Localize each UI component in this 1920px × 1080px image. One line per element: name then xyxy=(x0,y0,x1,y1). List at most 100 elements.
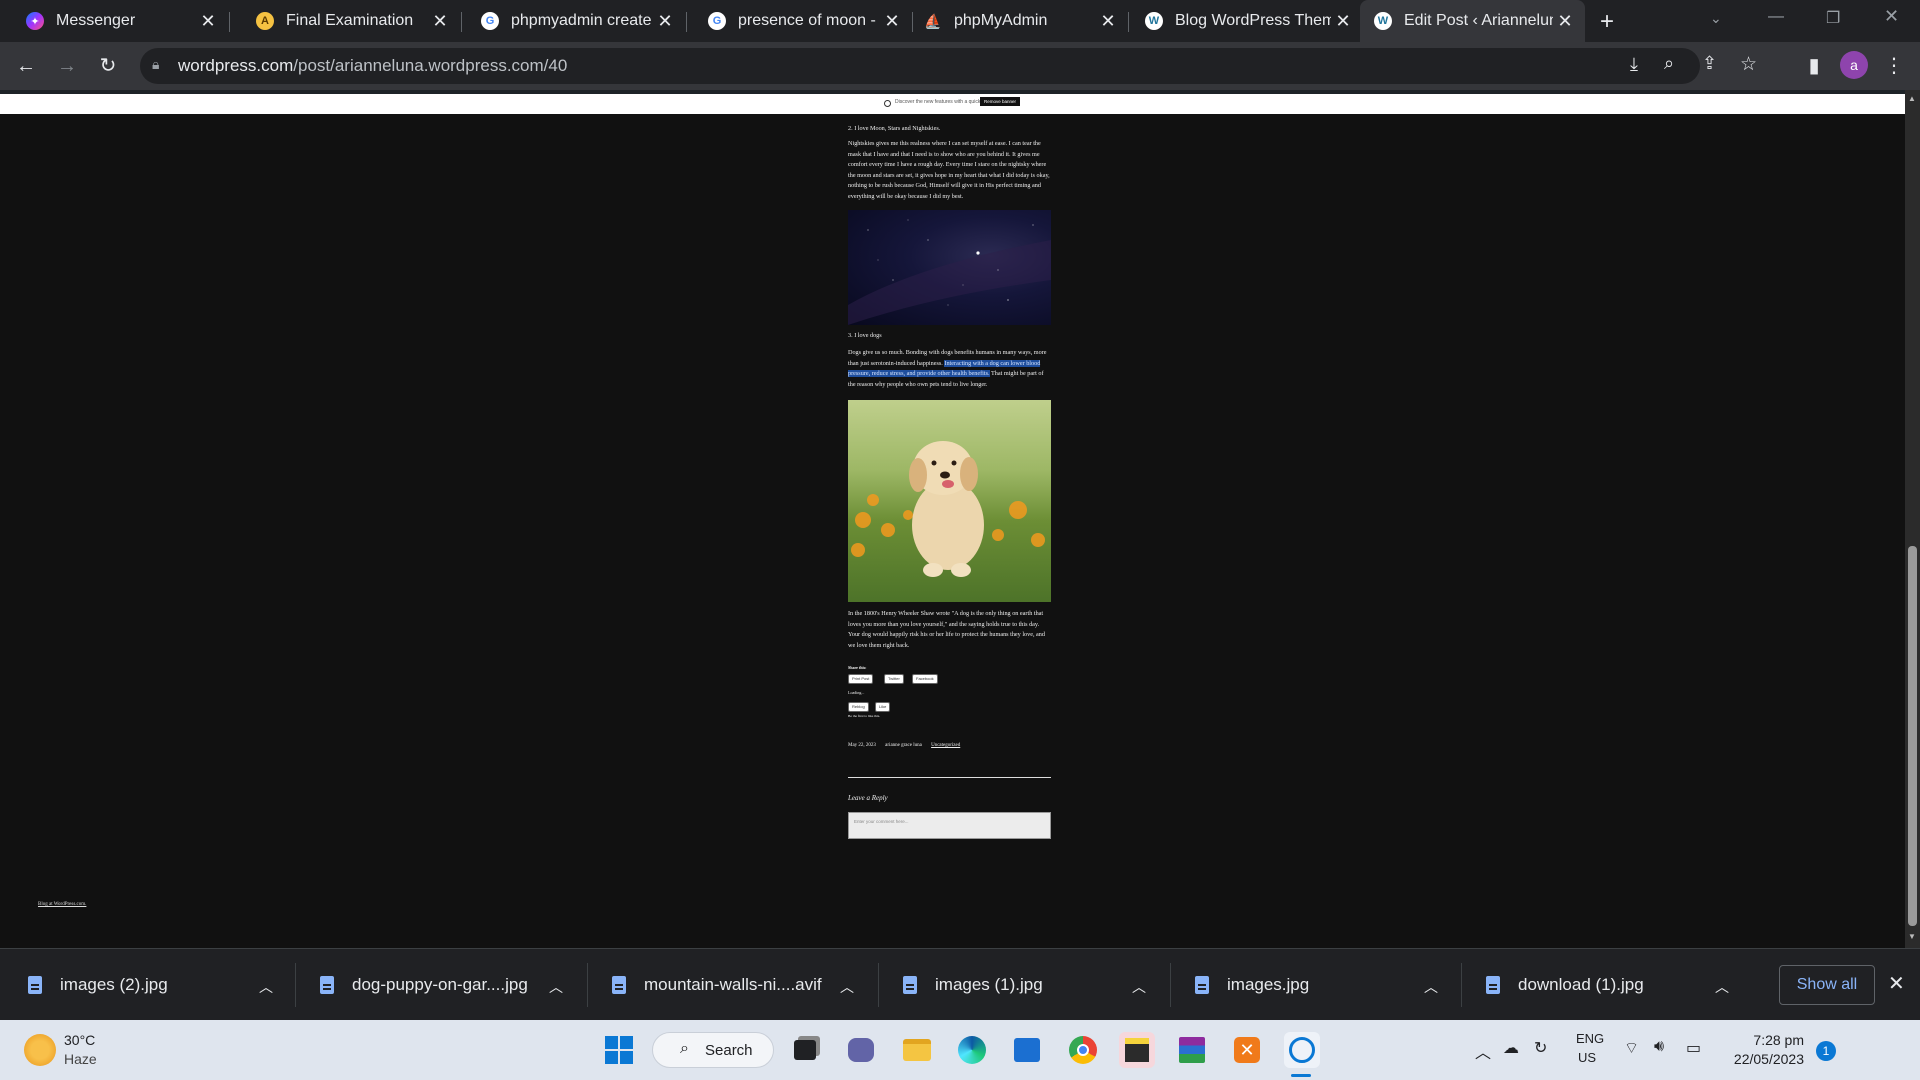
post-date[interactable]: May 22, 2023 xyxy=(848,743,876,748)
tab-edit-post[interactable]: W Edit Post ‹ Ariannelun ✕ xyxy=(1360,0,1585,42)
reply-heading: Leave a Reply xyxy=(848,794,888,802)
snipping-tool-icon[interactable] xyxy=(1284,1032,1320,1068)
weather-icon[interactable] xyxy=(24,1034,56,1066)
close-icon[interactable]: ✕ xyxy=(1096,11,1120,32)
remove-banner-button[interactable]: Remove banner xyxy=(980,97,1021,106)
new-tab-button[interactable]: + xyxy=(1600,8,1614,36)
minimize-icon[interactable]: — xyxy=(1768,8,1784,26)
tab-phpmyadmin-search[interactable]: G phpmyadmin create c ✕ xyxy=(455,0,685,42)
download-filename: mountain-walls-ni....avif xyxy=(644,975,822,994)
like-button[interactable]: Like xyxy=(875,702,891,712)
scroll-up-icon[interactable]: ▲ xyxy=(1908,94,1916,103)
night-sky-image xyxy=(848,210,1051,325)
reload-icon[interactable]: ↻ xyxy=(96,54,120,78)
download-item[interactable]: images (1).jpg xyxy=(903,967,1043,1003)
weather-temp[interactable]: 30°C xyxy=(64,1032,95,1048)
xampp-icon[interactable]: ✕ xyxy=(1229,1032,1265,1068)
page-scrollbar[interactable]: ▲ ▼ xyxy=(1905,90,1920,948)
download-item[interactable]: dog-puppy-on-gar....jpg xyxy=(320,967,528,1003)
search-icon: ⌕ xyxy=(680,1040,689,1057)
chevron-up-icon[interactable]: ︿ xyxy=(259,977,273,997)
edge-icon[interactable] xyxy=(954,1032,990,1068)
download-filename: images (1).jpg xyxy=(935,975,1043,994)
reblog-button[interactable]: Reblog xyxy=(848,702,869,712)
download-item[interactable]: download (1).jpg xyxy=(1486,967,1644,1003)
chevron-up-icon[interactable]: ︿ xyxy=(840,977,854,997)
restore-icon[interactable]: ❐ xyxy=(1826,8,1840,28)
facebook-share-button[interactable]: Facebook xyxy=(912,674,938,684)
language-bottom[interactable]: US xyxy=(1578,1050,1596,1065)
post-category[interactable]: Uncategorized xyxy=(931,743,960,748)
file-explorer-icon[interactable] xyxy=(899,1032,935,1068)
section2-heading: 2. I love Moon, Stars and Nightskies. xyxy=(848,125,941,132)
sync-icon[interactable]: ↻ xyxy=(1534,1038,1547,1058)
file-icon xyxy=(903,976,917,994)
back-arrow-icon[interactable]: ← xyxy=(14,54,38,78)
chrome-icon[interactable] xyxy=(1065,1032,1101,1068)
volume-icon[interactable]: 🔊︎ xyxy=(1654,1038,1664,1056)
tab-messenger[interactable]: ✦ Messenger ✕ xyxy=(0,0,228,42)
tab-blog-wordpress-theme[interactable]: W Blog WordPress Them ✕ xyxy=(1133,0,1363,42)
show-all-button[interactable]: Show all xyxy=(1779,965,1875,1005)
clock-date[interactable]: 22/05/2023 xyxy=(1724,1051,1804,1067)
close-icon[interactable]: ✕ xyxy=(428,11,452,32)
share-icon[interactable]: ⇪ xyxy=(1702,53,1717,74)
download-filename: images.jpg xyxy=(1227,975,1310,994)
phpmyadmin-icon: ⛵ xyxy=(924,12,942,29)
notification-badge[interactable]: 1 xyxy=(1816,1041,1836,1061)
close-shelf-icon[interactable]: ✕ xyxy=(1888,971,1905,996)
tab-label: phpMyAdmin xyxy=(954,12,1048,29)
profile-avatar[interactable]: a xyxy=(1840,51,1868,79)
scrollbar-thumb[interactable] xyxy=(1908,546,1917,926)
teams-chat-icon[interactable] xyxy=(843,1032,879,1068)
tab-presence-of-moon[interactable]: G presence of moon - G ✕ xyxy=(682,0,912,42)
chevron-up-icon[interactable]: ︿ xyxy=(1424,977,1438,997)
comment-input[interactable]: Enter your comment here... xyxy=(848,812,1051,839)
post-author[interactable]: arianne grace luna xyxy=(885,743,922,748)
forward-arrow-icon[interactable]: → xyxy=(55,54,79,78)
window-close-icon[interactable]: ✕ xyxy=(1884,6,1899,27)
chevron-up-icon[interactable]: ︿ xyxy=(1132,977,1146,997)
side-panel-icon[interactable]: ▮ xyxy=(1802,54,1826,78)
tab-phpmyadmin[interactable]: ⛵ phpMyAdmin ✕ xyxy=(898,0,1128,42)
chevron-up-icon[interactable]: ︿ xyxy=(1475,1039,1491,1063)
footer-link[interactable]: Blog at WordPress.com. xyxy=(38,902,86,907)
tab-label: Edit Post ‹ Ariannelun xyxy=(1404,12,1553,29)
sticky-notes-icon[interactable] xyxy=(1119,1032,1155,1068)
zoom-icon[interactable]: ⌕ xyxy=(1664,53,1674,74)
wifi-icon[interactable]: ⌔ xyxy=(1624,1038,1639,1058)
language-top[interactable]: ENG xyxy=(1576,1031,1604,1046)
chevron-up-icon[interactable]: ︿ xyxy=(1715,977,1729,997)
close-icon[interactable]: ✕ xyxy=(1553,11,1577,32)
download-item[interactable]: mountain-walls-ni....avif xyxy=(612,967,822,1003)
divider xyxy=(848,777,1051,778)
battery-icon[interactable]: ▭ xyxy=(1686,1038,1701,1058)
tab-search-chevron-down-icon[interactable]: ⌄ xyxy=(1710,10,1722,27)
start-icon[interactable] xyxy=(601,1032,637,1068)
microsoft-store-icon[interactable] xyxy=(1009,1032,1045,1068)
bookmark-star-icon[interactable]: ☆ xyxy=(1740,53,1757,76)
download-item[interactable]: images.jpg xyxy=(1195,967,1309,1003)
windows-taskbar: 30°C Haze ⌕ Search ✕ ︿ ☁ ↻ ENG US ⌔ 🔊︎ ▭… xyxy=(0,1020,1920,1080)
close-icon[interactable]: ✕ xyxy=(653,11,677,32)
address-bar[interactable]: 🔒︎ wordpress.com/post/arianneluna.wordpr… xyxy=(140,48,1757,84)
scroll-down-icon[interactable]: ▼ xyxy=(1908,932,1916,941)
file-icon xyxy=(612,976,626,994)
winrar-icon[interactable] xyxy=(1174,1032,1210,1068)
browser-menu-icon[interactable]: ⋮ xyxy=(1882,54,1906,78)
taskbar-search[interactable]: ⌕ Search xyxy=(652,1032,774,1068)
clock-time[interactable]: 7:28 pm xyxy=(1724,1032,1804,1048)
download-item[interactable]: images (2).jpg xyxy=(28,967,168,1003)
install-app-icon[interactable]: ⤓ xyxy=(1630,54,1638,75)
print-post-button[interactable]: Print Post xyxy=(848,674,874,684)
tab-final-examination[interactable]: A Final Examination ✕ xyxy=(230,0,460,42)
onedrive-cloud-icon[interactable]: ☁ xyxy=(1503,1038,1519,1058)
like-loading-label: Loading... xyxy=(848,690,865,695)
task-view-icon[interactable] xyxy=(787,1032,823,1068)
chevron-up-icon[interactable]: ︿ xyxy=(549,977,563,997)
close-icon[interactable]: ✕ xyxy=(1331,11,1355,32)
weather-desc: Haze xyxy=(64,1051,97,1067)
twitter-share-button[interactable]: Twitter xyxy=(884,674,904,684)
post-meta: May 22, 2023 arianne grace luna Uncatego… xyxy=(848,743,1051,748)
close-icon[interactable]: ✕ xyxy=(196,11,220,32)
